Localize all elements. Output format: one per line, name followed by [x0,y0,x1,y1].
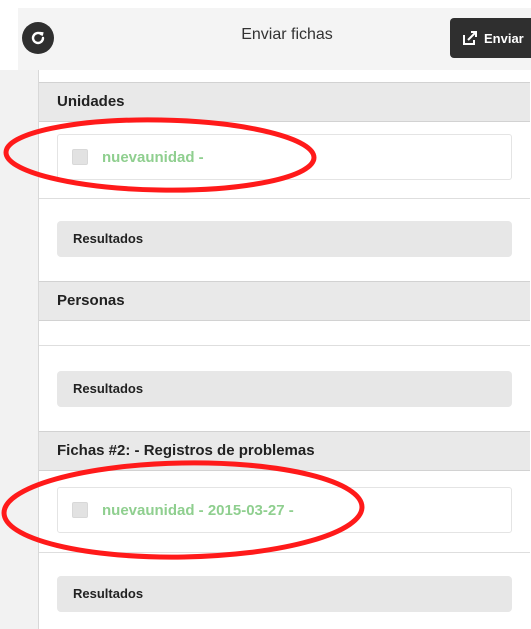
results-button-personas[interactable]: Resultados [57,371,512,407]
list-item-unidad[interactable]: nuevaunidad - [57,134,512,180]
results-button-fichas[interactable]: Resultados [57,576,512,612]
send-button-label: Enviar [484,30,524,46]
app-screen: Enviar fichas Enviar Unidades nuevaunida… [0,0,531,629]
item-checkbox[interactable] [72,149,88,165]
left-gutter [0,70,38,629]
item-label: nuevaunidad - 2015-03-27 - [102,501,294,519]
page-title: Enviar fichas [241,26,333,43]
top-bar: Enviar fichas Enviar [18,8,531,71]
send-button[interactable]: Enviar [450,18,531,58]
share-out-icon [463,31,477,45]
divider [39,198,530,199]
divider [39,345,530,346]
section-header-fichas: Fichas #2: - Registros de problemas [39,431,530,471]
section-header-personas: Personas [39,281,530,321]
divider [39,552,530,553]
refresh-icon [31,31,45,45]
refresh-button[interactable] [22,22,54,54]
item-checkbox[interactable] [72,502,88,518]
content-panel: Unidades nuevaunidad - Resultados Person… [38,70,531,629]
results-button-unidades[interactable]: Resultados [57,221,512,257]
section-header-unidades: Unidades [39,82,530,122]
list-item-ficha[interactable]: nuevaunidad - 2015-03-27 - [57,487,512,533]
item-label: nuevaunidad - [102,148,204,166]
